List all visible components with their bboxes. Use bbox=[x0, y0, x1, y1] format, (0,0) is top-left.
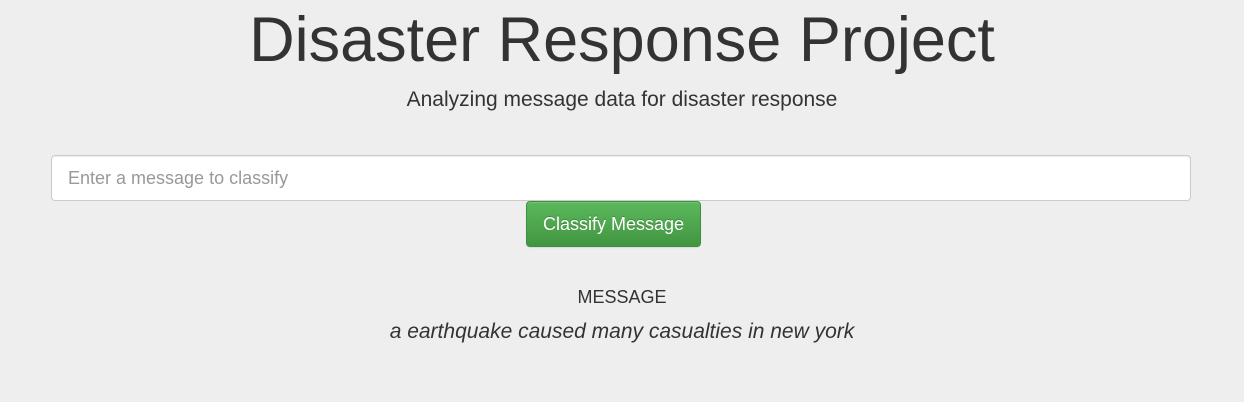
page-subtitle: Analyzing message data for disaster resp… bbox=[406, 88, 838, 111]
message-input[interactable] bbox=[51, 155, 1191, 201]
page-title: Disaster Response Project bbox=[249, 5, 995, 75]
classified-message-text: a earthquake caused many casualties in n… bbox=[389, 320, 855, 343]
result-heading: MESSAGE bbox=[577, 287, 667, 307]
jumbotron: Disaster Response Project Analyzing mess… bbox=[0, 0, 1244, 402]
classify-message-button[interactable]: Classify Message bbox=[526, 201, 701, 247]
